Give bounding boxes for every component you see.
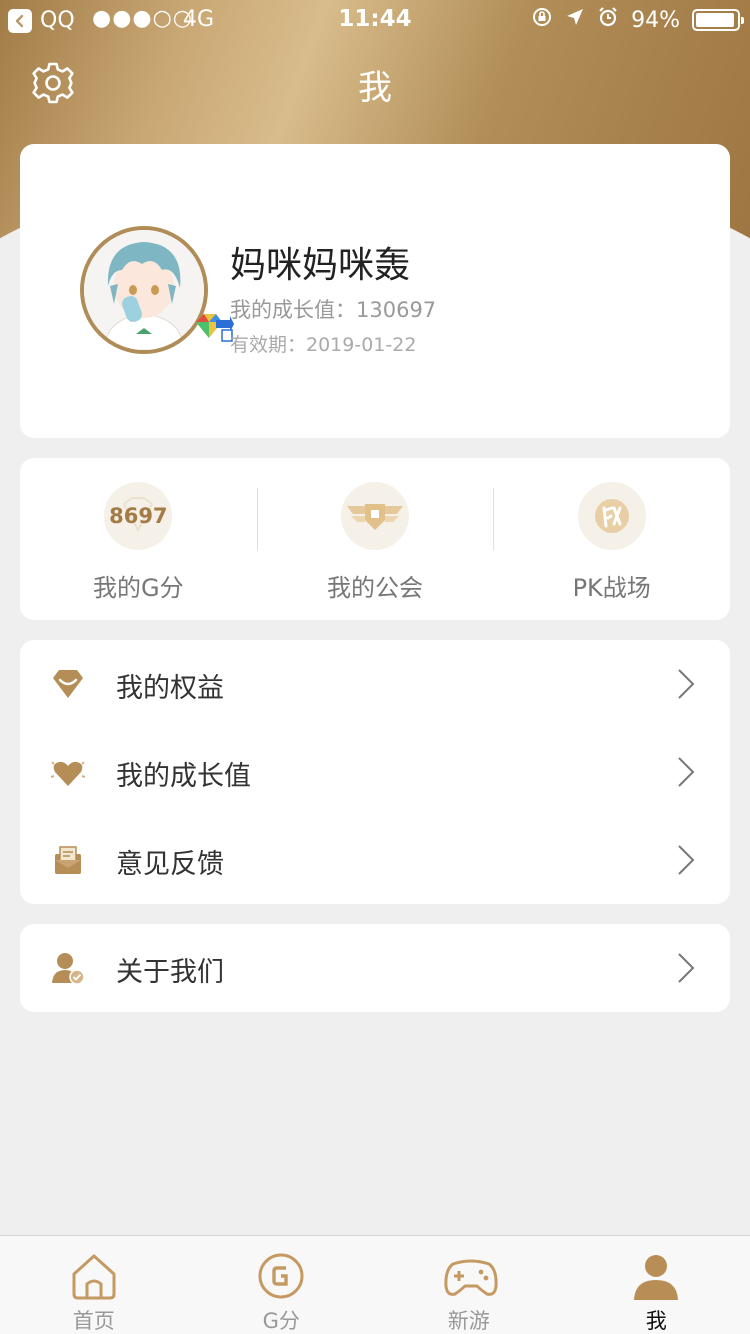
rotation-lock-icon bbox=[531, 6, 553, 34]
chevron-right-icon bbox=[676, 952, 696, 984]
menu-list: 我的权益 我的成长值 意见反馈 bbox=[20, 640, 730, 904]
menu-item-about-us[interactable]: 关于我们 bbox=[20, 924, 730, 1012]
username: 妈咪妈咪轰 bbox=[230, 245, 411, 286]
quick-item-label: 我的公会 bbox=[327, 574, 423, 602]
divider bbox=[493, 488, 494, 550]
battery-percent: 94% bbox=[631, 7, 680, 33]
g-coin-icon bbox=[255, 1250, 307, 1302]
quick-actions-card: 8697 我的G分 我的公会 PK战场 bbox=[20, 458, 730, 620]
guild-wings-icon bbox=[341, 482, 409, 550]
person-icon bbox=[630, 1250, 682, 1302]
alarm-clock-icon bbox=[597, 6, 619, 34]
feedback-envelope-icon bbox=[50, 842, 86, 878]
g-points-value: 8697 bbox=[109, 504, 168, 528]
avatar[interactable] bbox=[80, 226, 208, 354]
quick-item-guild[interactable]: 我的公会 bbox=[257, 458, 494, 620]
quick-item-g-points[interactable]: 8697 我的G分 bbox=[20, 458, 257, 620]
tab-home[interactable]: 首页 bbox=[0, 1236, 188, 1334]
location-arrow-icon bbox=[565, 7, 585, 33]
tab-me[interactable]: 我 bbox=[563, 1236, 750, 1334]
rights-gem-icon bbox=[50, 666, 86, 702]
user-check-icon bbox=[50, 950, 86, 986]
battery-icon bbox=[692, 9, 744, 31]
menu-item-growth[interactable]: 我的成长值 bbox=[20, 728, 730, 816]
page-title: 我 bbox=[358, 68, 392, 108]
menu-item-rights[interactable]: 我的权益 bbox=[20, 640, 730, 728]
menu-item-label: 我的成长值 bbox=[116, 761, 251, 792]
gamepad-icon bbox=[443, 1250, 498, 1302]
quick-item-label: 我的G分 bbox=[93, 574, 184, 602]
menu-item-label: 关于我们 bbox=[116, 957, 224, 988]
battle-icon bbox=[577, 482, 646, 550]
vip-badge-icon bbox=[194, 310, 234, 342]
menu-item-label: 我的权益 bbox=[116, 673, 224, 704]
diamond-icon: 8697 bbox=[104, 482, 173, 550]
tab-bar: 首页 G分 新游 我 bbox=[0, 1235, 750, 1334]
divider bbox=[257, 488, 258, 550]
menu-item-label: 意见反馈 bbox=[116, 849, 224, 880]
chevron-right-icon bbox=[676, 668, 696, 700]
tab-label: 新游 bbox=[447, 1309, 490, 1333]
tab-g-points[interactable]: G分 bbox=[188, 1236, 376, 1334]
tab-label: 首页 bbox=[72, 1309, 115, 1333]
profile-card: 妈咪妈咪轰 我的成长值：130697 有效期：2019-01-22 bbox=[20, 144, 730, 438]
chevron-right-icon bbox=[676, 756, 696, 788]
status-bar: QQ ●●●○○ 4G 11:44 94% bbox=[0, 0, 750, 40]
growth-heart-icon bbox=[50, 754, 86, 790]
chevron-right-icon bbox=[676, 844, 696, 876]
growth-value: 我的成长值：130697 bbox=[230, 298, 437, 322]
quick-item-label: PK战场 bbox=[572, 574, 651, 602]
quick-item-pk-battle[interactable]: PK战场 bbox=[493, 458, 730, 620]
home-icon bbox=[68, 1250, 120, 1302]
tab-label: 我 bbox=[645, 1309, 667, 1333]
menu-item-feedback[interactable]: 意见反馈 bbox=[20, 816, 730, 904]
tab-label: G分 bbox=[262, 1309, 300, 1333]
tab-new-games[interactable]: 新游 bbox=[375, 1236, 563, 1334]
about-card: 关于我们 bbox=[20, 924, 730, 1012]
validity-date: 有效期：2019-01-22 bbox=[230, 334, 417, 356]
